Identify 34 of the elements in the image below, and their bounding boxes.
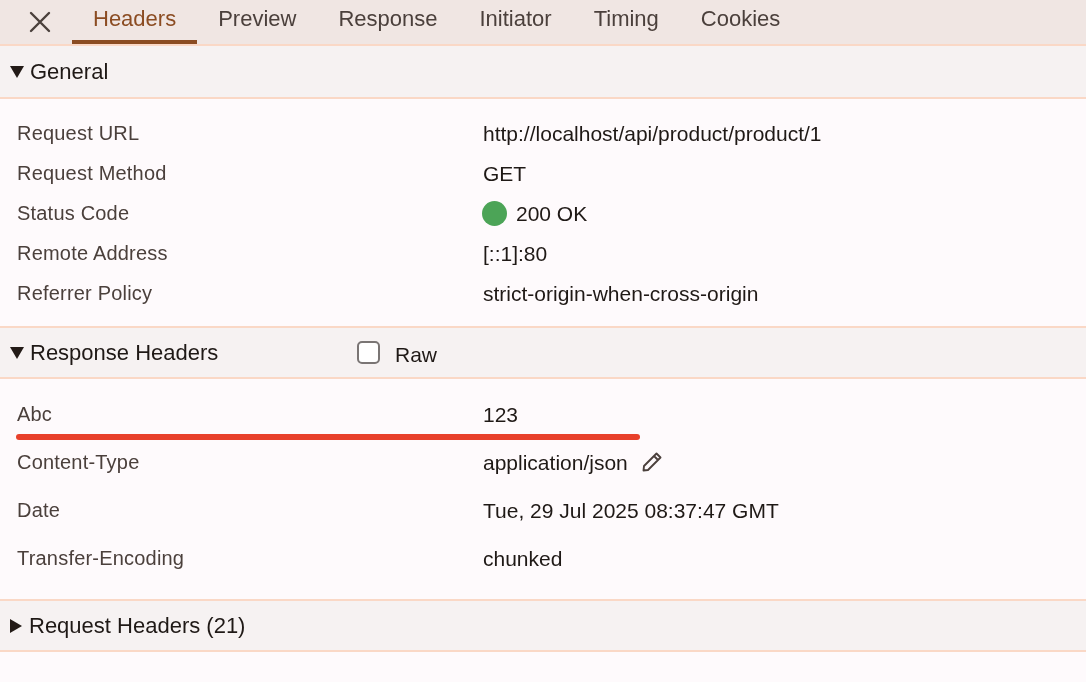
header-value: application/json — [483, 451, 628, 473]
header-value: Tue, 29 Jul 2025 08:37:47 GMT — [483, 499, 779, 521]
header-name: Date — [17, 500, 61, 520]
header-name: Request Method — [17, 163, 167, 183]
header-value: 200 OK — [516, 202, 588, 224]
section-toggle[interactable]: Response Headers — [0, 341, 219, 364]
header-name: Request URL — [17, 123, 140, 143]
header-value: [::1]:80 — [483, 242, 548, 264]
close-button[interactable] — [28, 10, 52, 34]
checkbox-label: Raw — [395, 344, 437, 365]
tab[interactable]: Timing — [572, 0, 680, 44]
header-name: Referrer Policy — [17, 283, 153, 303]
header-name: Remote Address — [17, 243, 168, 263]
expanded-triangle-icon — [10, 346, 24, 359]
header-value: http://localhost/api/product/product/1 — [483, 122, 822, 144]
pencil-icon — [640, 451, 663, 473]
collapsed-triangle-icon — [10, 618, 22, 633]
header-value: strict-origin-when-cross-origin — [483, 282, 759, 304]
tab[interactable]: Cookies — [679, 0, 802, 44]
expanded-triangle-icon — [10, 65, 24, 78]
header-value: chunked — [483, 547, 563, 569]
header-name: Status Code — [17, 203, 130, 223]
header-name: Transfer-Encoding — [17, 548, 185, 568]
checkbox[interactable] — [357, 341, 380, 364]
tab[interactable]: Initiator — [458, 0, 573, 44]
header-name: Content-Type — [17, 452, 140, 472]
section-toggle[interactable]: Request Headers (21) — [0, 614, 246, 637]
header-value: 123 — [483, 403, 519, 425]
section-toggle[interactable]: General — [0, 60, 109, 83]
tab[interactable]: Response — [317, 0, 459, 44]
tab[interactable]: Preview — [197, 0, 318, 44]
close-icon — [29, 11, 51, 33]
header-name: Abc — [17, 404, 53, 424]
header-value: GET — [483, 162, 527, 184]
